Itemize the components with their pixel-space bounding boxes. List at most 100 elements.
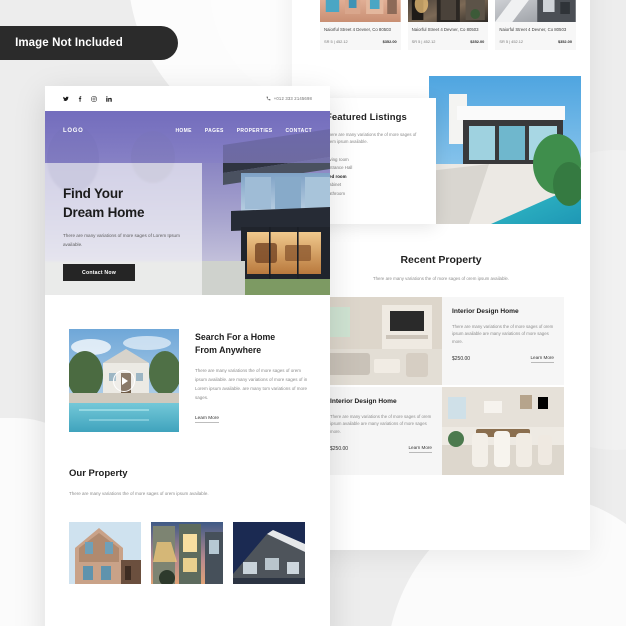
mini-card-address: Naiorful Street 4 Devner, Co 80503 [324, 27, 391, 32]
mini-card-specs: SR 5 | 452.12 [324, 38, 348, 44]
phone-number-block[interactable]: +012 333 2145698 [266, 96, 312, 101]
house-photo-1 [69, 522, 141, 585]
our-property-card[interactable] [233, 522, 305, 585]
phone-number-text: +012 333 2145698 [273, 96, 312, 101]
recent-card-title: Interior Design Home [452, 307, 519, 315]
recent-card-learn-more-link[interactable]: Learn More [530, 355, 554, 364]
front-website-mockup: +012 333 2145698 LOGO HOME PAGES PROPERT… [45, 86, 330, 626]
our-property-card[interactable] [151, 522, 223, 585]
recent-property-header: Recent Property There are many variation… [292, 254, 590, 283]
mini-card-price: $352.00 [470, 38, 485, 44]
search-home-paragraph: There are many variations the of more sa… [195, 368, 308, 400]
nav-link-home[interactable]: HOME [175, 128, 191, 134]
linkedin-icon[interactable] [106, 95, 112, 102]
phone-icon [266, 96, 271, 101]
mini-card-price: $352.00 [557, 38, 573, 44]
house-photo-2 [151, 522, 223, 585]
hero-headline: Find Your Dream Home [63, 185, 184, 222]
hero-section: LOGO HOME PAGES PROPERTIES CONTACT Find … [45, 111, 330, 295]
property-thumbnail-1 [320, 0, 401, 22]
featured-list-item-active[interactable]: Bed room [326, 173, 424, 182]
our-property-section: Our Property There are many variations t… [45, 432, 330, 585]
hero-headline-line2: Dream Home [63, 204, 145, 220]
mini-card-address: Naiorful Street 4 Devner, Co 80503 [411, 27, 479, 32]
our-property-title: Our Property [69, 468, 128, 479]
recent-card-price: $250.00 [452, 356, 471, 363]
mini-card-specs: SR 5 | 452.12 [499, 38, 524, 44]
site-topbar: +012 333 2145698 [45, 86, 330, 111]
mini-card-address: Naiorful Street 4 Devner, Co 80503 [499, 27, 567, 32]
our-property-card[interactable] [69, 522, 141, 585]
mini-card-meta: SR 5 | 452.12 $352.00 [324, 39, 397, 44]
social-icons-group [63, 95, 112, 102]
featured-list-item[interactable]: Bathroom [326, 190, 424, 199]
mini-card-body: Naiorful Street 4 Devner, Co 80503 SR 5 … [408, 22, 489, 50]
play-button[interactable] [113, 369, 135, 392]
property-thumbnail-3 [495, 0, 577, 22]
recent-property-card: Interior Design Home There are many vari… [320, 386, 442, 475]
featured-list-item[interactable]: Living room [326, 156, 424, 165]
hero-headline-line1: Find Your [63, 186, 123, 201]
nav-link-contact[interactable]: CONTACT [285, 128, 312, 134]
featured-villa-photo [429, 75, 581, 224]
search-home-text: Search For a Home From Anywhere There ar… [195, 329, 308, 432]
screenshot-canvas: Image Not Included Naiorful Street 4 Dev… [0, 0, 626, 626]
recent-card-footer: $250.00 Learn More [452, 355, 554, 364]
search-learn-more-link[interactable]: Learn More [195, 415, 219, 424]
image-not-included-badge: Image Not Included [0, 26, 178, 60]
house-photo-3 [233, 522, 305, 585]
play-icon [122, 376, 128, 385]
featured-listings-paragraph: There are many variations the of more sa… [326, 131, 417, 145]
back-website-mockup: Naiorful Street 4 Devner, Co 80503 SR 5 … [292, 0, 590, 550]
nav-links-group: HOME PAGES PROPERTIES CONTACT [175, 128, 312, 134]
nav-link-properties[interactable]: PROPERTIES [237, 128, 273, 134]
living-room-photo [320, 296, 442, 385]
recent-property-card: Interior Design Home There are many vari… [442, 296, 564, 385]
hero-paragraph: There are many variations of more sages … [63, 233, 180, 247]
mini-property-card[interactable]: Naiorful Street 4 Devner, Co 80503 SR 5 … [407, 0, 489, 50]
search-home-heading-line2: From Anywhere [195, 345, 262, 356]
mini-property-card[interactable]: Naiorful Street 4 Devner, Co 80503 SR 5 … [495, 0, 577, 50]
recent-card-title: Interior Design Home [330, 397, 397, 405]
property-thumbnail-2 [407, 0, 489, 22]
search-home-heading-line1: Search For a Home [195, 332, 276, 342]
video-thumbnail-wrapper[interactable] [69, 329, 179, 432]
recent-property-paragraph: There are many variations the of more sa… [372, 275, 510, 281]
mini-card-specs: SR 5 | 452.12 [411, 38, 436, 44]
hero-content-card: Find Your Dream Home There are many vari… [45, 163, 202, 295]
mini-card-price: $352.00 [382, 38, 397, 44]
mini-property-card-row: Naiorful Street 4 Devner, Co 80503 SR 5 … [292, 0, 590, 50]
nav-link-pages[interactable]: PAGES [205, 128, 224, 134]
featured-listings-title: Featured Listings [326, 111, 407, 123]
mini-card-body: Naiorful Street 4 Devner, Co 80503 SR 5 … [320, 22, 401, 50]
featured-listings-section: Featured Listings There are many variati… [292, 75, 590, 236]
featured-list-item[interactable]: Entrance Hall [326, 164, 424, 173]
search-home-heading: Search For a Home From Anywhere [195, 331, 308, 357]
recent-card-price: $250.00 [330, 446, 349, 453]
recent-property-row: Interior Design Home There are many vari… [320, 296, 590, 385]
search-home-section: Search For a Home From Anywhere There ar… [45, 295, 330, 432]
recent-property-grid: Interior Design Home There are many vari… [292, 296, 590, 475]
featured-listings-list: Living room Entrance Hall Bed room Cabin… [326, 156, 424, 199]
twitter-icon[interactable] [63, 96, 69, 102]
site-logo[interactable]: LOGO [63, 128, 83, 134]
recent-card-learn-more-link[interactable]: Learn More [408, 445, 432, 454]
badge-label: Image Not Included [15, 37, 123, 49]
recent-card-description: There are many variations the of more sa… [452, 323, 554, 344]
mini-card-body: Naiorful Street 4 Devner, Co 80503 SR 5 … [495, 22, 576, 50]
mini-card-meta: SR 5 | 452.12 $352.00 [499, 39, 572, 44]
contact-now-button[interactable]: Contact Now [63, 264, 135, 282]
facebook-icon[interactable] [78, 95, 82, 102]
mini-card-meta: SR 5 | 452.12 $352.00 [412, 39, 485, 44]
recent-card-footer: $250.00 Learn More [330, 445, 432, 454]
dining-room-photo [442, 386, 564, 475]
featured-list-item[interactable]: Cabinet [326, 181, 424, 190]
recent-property-row: Interior Design Home There are many vari… [320, 386, 590, 475]
recent-card-description: There are many variations the of more sa… [330, 413, 432, 434]
site-navigation: LOGO HOME PAGES PROPERTIES CONTACT [45, 111, 330, 151]
our-property-grid [69, 522, 306, 585]
featured-listings-card: Featured Listings There are many variati… [314, 97, 436, 224]
mini-property-card[interactable]: Naiorful Street 4 Devner, Co 80503 SR 5 … [320, 0, 401, 50]
instagram-icon[interactable] [91, 95, 97, 102]
our-property-paragraph: There are many variations the of more sa… [69, 491, 209, 496]
